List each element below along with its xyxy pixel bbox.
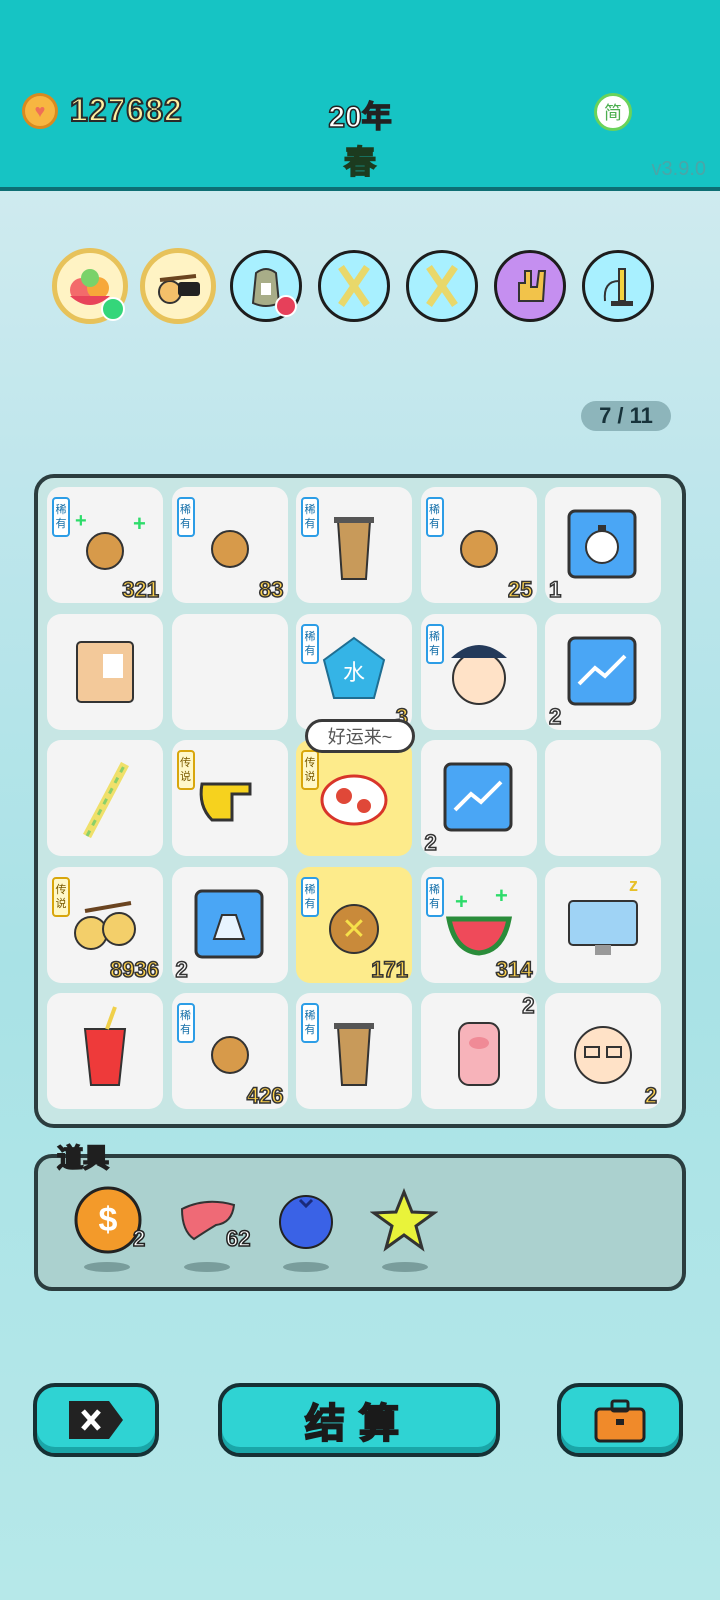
cat-toy-icon[interactable] <box>140 248 216 324</box>
straw-cross-icon[interactable] <box>406 250 478 322</box>
rarity-tag: 稀有 <box>301 1003 319 1043</box>
board-cell[interactable]: 传说 <box>296 740 412 856</box>
settle-button[interactable]: 结算 <box>218 1383 500 1457</box>
cell-count: 2 <box>424 829 438 856</box>
air-pump-icon[interactable] <box>582 250 654 322</box>
cell-count: 314 <box>495 956 533 983</box>
rarity-tag: 传说 <box>176 750 195 790</box>
board-cell[interactable] <box>47 993 163 1109</box>
fruit-basket-icon[interactable] <box>52 248 128 324</box>
pig-icon <box>421 993 537 1109</box>
board-cell[interactable]: 稀有 <box>296 993 412 1109</box>
board-cell[interactable]: 稀有 426 <box>171 993 288 1109</box>
rarity-tag: 稀有 <box>425 497 444 537</box>
svg-text:+: + <box>133 511 146 536</box>
cell-count: 8936 <box>109 956 159 983</box>
stopwatch-card-icon <box>545 487 661 603</box>
rarity-tag: 稀有 <box>425 876 444 917</box>
prop-shadow <box>184 1262 230 1272</box>
straw-cross-icon[interactable] <box>318 250 390 322</box>
board-cell[interactable]: 水稀有 3 <box>296 613 412 730</box>
prop-shadow <box>283 1262 329 1272</box>
svg-text:$: $ <box>99 1201 118 1239</box>
gold-bars-card-icon <box>172 867 288 983</box>
bag-button[interactable] <box>557 1383 683 1457</box>
straw-icon <box>47 740 163 856</box>
board-cell[interactable] <box>47 613 163 730</box>
remove-button[interactable] <box>33 1383 159 1457</box>
prop-shadow <box>84 1262 130 1272</box>
briefcase-icon <box>594 1399 646 1443</box>
svg-text:z: z <box>629 875 638 895</box>
rarity-tag: 传说 <box>301 750 319 790</box>
rarity-tag: 传说 <box>52 876 70 917</box>
soda-cup-icon <box>47 993 163 1109</box>
board-cell[interactable]: 稀有 83 <box>171 487 288 603</box>
cell-count: 2 <box>521 992 535 1019</box>
svg-text:+: + <box>455 889 468 914</box>
chart-card-icon <box>421 740 537 856</box>
top-bar: ♥ 127682 20年 春 简 v3.9.0 <box>0 0 720 191</box>
speech-bubble: 好运来~ <box>305 719 415 753</box>
board-cell[interactable]: 2 <box>545 613 661 730</box>
season-label: 春 <box>343 143 377 181</box>
svg-text:+: + <box>495 883 508 908</box>
version-label: v3.9.0 <box>651 158 706 180</box>
sleepy-computer-icon: z <box>545 867 661 983</box>
rarity-tag: 稀有 <box>301 876 319 917</box>
svg-text:水: 水 <box>343 660 365 685</box>
board-cell[interactable]: ✕ 稀有 171 <box>296 866 412 983</box>
active-dot-icon <box>101 297 125 321</box>
rarity-tag: 稀有 <box>301 623 319 664</box>
seed-bag-icon[interactable] <box>230 250 302 322</box>
svg-text:✕: ✕ <box>341 913 366 946</box>
board-cell[interactable]: 1 <box>545 487 661 603</box>
cell-count: 25 <box>507 576 533 603</box>
cell-count: 426 <box>246 1082 284 1109</box>
page-indicator: 7 / 11 <box>581 401 671 431</box>
board-cell[interactable]: 传说 8936 <box>47 866 163 983</box>
rarity-tag: 稀有 <box>301 497 319 537</box>
cell-count: 321 <box>122 576 160 603</box>
board-cell[interactable]: + + 稀有 314 <box>420 866 537 983</box>
remove-tag-icon <box>69 1401 123 1439</box>
settle-label: 结算 <box>304 1401 413 1447</box>
board-cell[interactable]: 稀有 <box>296 487 412 603</box>
language-toggle-button[interactable]: 简 <box>594 93 632 131</box>
cell-count: 83 <box>258 576 284 603</box>
cell-count: 2 <box>644 1082 658 1109</box>
minus-badge-icon <box>275 295 297 317</box>
board-cell[interactable]: 传说 <box>171 740 288 856</box>
chart-card-icon <box>545 614 661 730</box>
board-cell[interactable]: z <box>545 866 661 983</box>
svg-text:+: + <box>75 510 87 532</box>
grandpa-face-icon <box>545 993 661 1109</box>
package-box-icon <box>47 614 163 730</box>
props-title: 道具 <box>56 1142 110 1174</box>
rarity-tag: 稀有 <box>425 623 444 664</box>
cell-count: 171 <box>371 956 409 983</box>
board-cell[interactable] <box>171 613 288 730</box>
board-cell[interactable]: 稀有 25 <box>420 487 537 603</box>
board-cell[interactable]: 稀有 <box>420 613 537 730</box>
rarity-tag: 稀有 <box>176 497 195 537</box>
board-cell[interactable]: 2 <box>420 992 537 1109</box>
rarity-tag: 稀有 <box>52 497 70 537</box>
board-cell[interactable] <box>47 740 163 856</box>
cell-count: 1 <box>548 576 562 603</box>
rock-hand-icon[interactable] <box>494 250 566 322</box>
board-cell[interactable]: 2 <box>171 866 288 983</box>
board-cell[interactable] <box>545 740 661 856</box>
rarity-tag: 稀有 <box>176 1003 195 1043</box>
prop-shadow <box>382 1262 428 1272</box>
cell-count: 2 <box>175 956 189 983</box>
prop-count: 2 <box>132 1225 146 1252</box>
board-cell[interactable]: 2 <box>545 993 661 1109</box>
blueberry-icon[interactable] <box>270 1184 342 1256</box>
cell-count: 2 <box>548 703 562 730</box>
star-icon[interactable] <box>368 1184 440 1256</box>
prop-count: 62 <box>225 1225 251 1252</box>
board-cell[interactable]: 2 <box>420 740 537 856</box>
board-cell[interactable]: + + 稀有 321 <box>47 487 163 603</box>
